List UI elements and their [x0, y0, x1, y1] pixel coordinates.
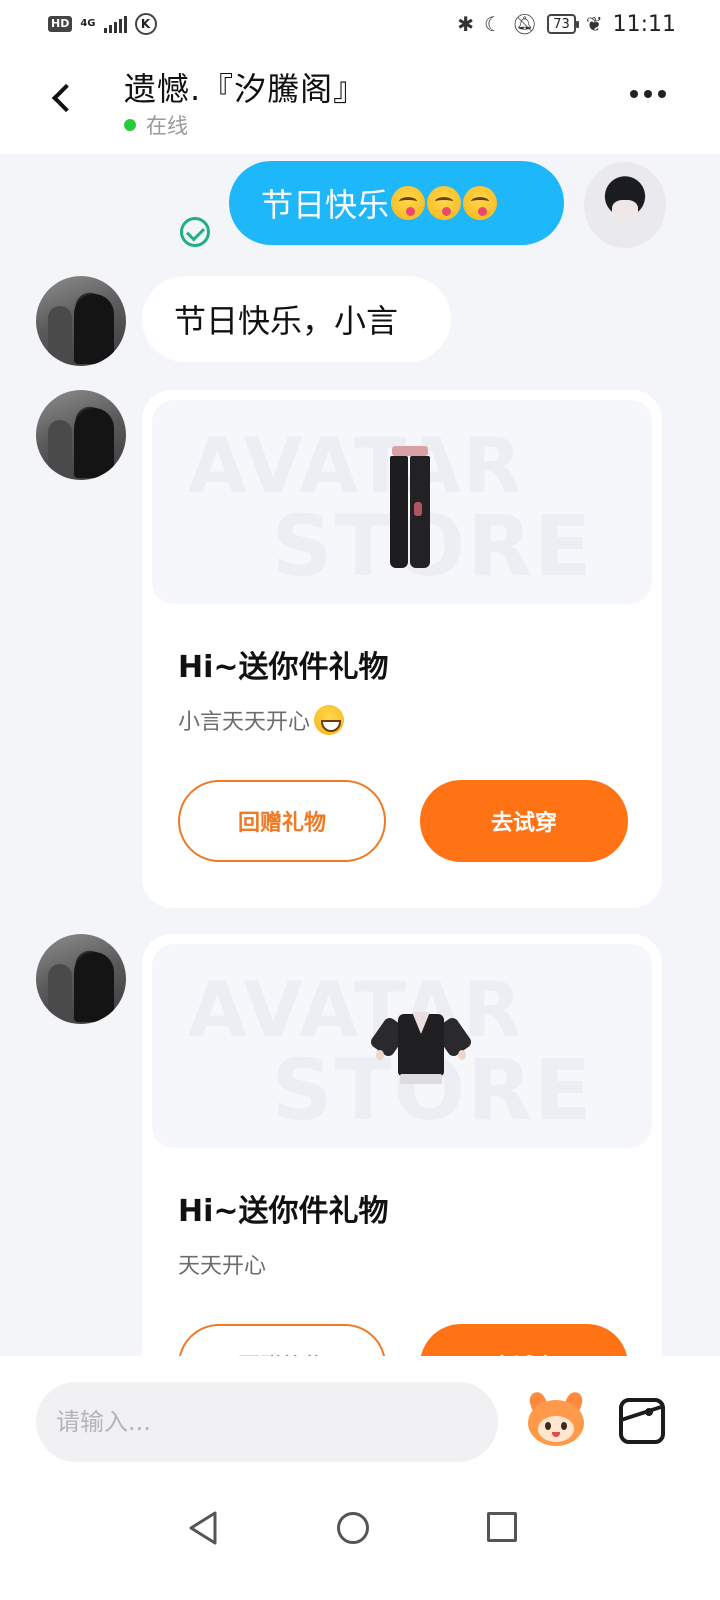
yum-emoji-icon — [463, 186, 498, 220]
contact-avatar[interactable] — [36, 276, 126, 366]
image-picker-icon[interactable] — [619, 1398, 665, 1444]
yum-emoji-icon — [427, 186, 462, 220]
avatar-shadow — [48, 306, 72, 366]
nav-home-icon[interactable] — [337, 1512, 369, 1544]
nav-back-icon[interactable] — [187, 1510, 219, 1546]
gift-subtitle: 天天开心 — [178, 1248, 266, 1280]
presence-label: 在线 — [146, 114, 188, 138]
more-dot-icon — [644, 90, 652, 98]
more-dot-icon — [658, 90, 666, 98]
back-button[interactable] — [40, 76, 84, 120]
gift-subtitle: 小言天天开心 — [178, 704, 345, 736]
avatar-silhouette — [74, 952, 114, 1022]
status-right: ✱ ☾ 🔕︎ 73 ❦ 11:11 — [457, 12, 676, 37]
avatar-silhouette — [74, 294, 114, 364]
gift-title: Hi~送你件礼物 — [178, 1194, 389, 1229]
contact-avatar[interactable] — [36, 934, 126, 1024]
k-app-icon: K — [134, 13, 157, 35]
gift-message: 小言天天开心 — [178, 710, 311, 735]
network-type: 4G — [80, 18, 96, 29]
grin-emoji-icon — [314, 705, 345, 735]
try-on-button[interactable]: 去试穿 — [420, 780, 628, 862]
sent-message-bubble[interactable]: 节日快乐 — [229, 161, 564, 245]
watermark-avatar: AVATAR — [188, 965, 524, 1054]
gift-message: 天天开心 — [178, 1254, 267, 1279]
pants-item-icon — [388, 446, 432, 570]
message-input-bar — [0, 1356, 720, 1490]
gift-item-image[interactable]: AVATAR STORE — [152, 944, 652, 1148]
leaf-icon: ❦ — [585, 12, 603, 36]
signal-icon — [103, 15, 127, 33]
gift-card[interactable]: AVATAR STORE Hi~送你件礼物 天天开心 回赠礼物 去试穿 — [142, 934, 662, 1356]
try-on-button[interactable]: 去试穿 — [420, 1324, 628, 1356]
avatar-silhouette — [74, 408, 114, 478]
status-time: 11:11 — [612, 11, 676, 37]
nav-recents-icon[interactable] — [487, 1512, 517, 1542]
yum-emoji-icon — [391, 186, 426, 220]
hd-indicator: HD — [48, 16, 73, 32]
moon-icon: ☾ — [483, 12, 502, 36]
received-message-text: 节日快乐，小言 — [174, 302, 399, 340]
contact-avatar[interactable] — [36, 390, 126, 480]
more-dot-icon — [630, 90, 638, 98]
avatar-shadow — [48, 964, 72, 1024]
gift-card[interactable]: AVATAR STORE Hi~送你件礼物 小言天天开心 回赠礼物 去试穿 — [142, 390, 662, 908]
sent-message-text: 节日快乐 — [261, 186, 390, 224]
avatar-shadow — [48, 420, 72, 480]
avatar-face — [612, 200, 638, 220]
battery-icon: 73 — [547, 14, 579, 34]
more-options-button[interactable] — [630, 90, 666, 98]
gift-item-image[interactable]: AVATAR STORE — [152, 400, 652, 604]
my-avatar[interactable] — [584, 162, 666, 248]
bluetooth-icon: ✱ — [457, 12, 474, 36]
mute-bell-icon: 🔕︎ — [511, 12, 538, 36]
contact-name: 遗憾.『汐騰阁』 — [124, 70, 367, 108]
read-receipt-icon — [180, 217, 210, 247]
received-message-bubble[interactable]: 节日快乐，小言 — [142, 276, 451, 362]
return-gift-button[interactable]: 回赠礼物 — [178, 1324, 386, 1356]
presence-status: 在线 — [124, 110, 188, 140]
jacket-item-icon — [368, 1008, 474, 1098]
status-bar: HD 4G K ✱ ☾ 🔕︎ 73 ❦ 11:11 — [0, 0, 720, 48]
watermark-avatar: AVATAR — [188, 421, 524, 510]
message-input[interactable] — [36, 1382, 498, 1462]
online-dot — [124, 119, 136, 131]
system-nav-bar — [0, 1490, 720, 1600]
battery-level: 73 — [553, 16, 570, 32]
status-left: HD 4G K — [48, 13, 157, 35]
return-gift-button[interactable]: 回赠礼物 — [178, 780, 386, 862]
gift-title: Hi~送你件礼物 — [178, 650, 389, 685]
chat-header: 遗憾.『汐騰阁』 在线 — [0, 48, 720, 154]
chevron-left-icon — [51, 83, 81, 113]
chat-area[interactable]: 节日快乐 节日快乐，小言 AVATAR STORE Hi~送你件礼物 小言天天开… — [0, 154, 720, 1356]
mascot-sticker-button[interactable] — [524, 1389, 588, 1448]
watermark-store: STORE — [272, 497, 594, 595]
